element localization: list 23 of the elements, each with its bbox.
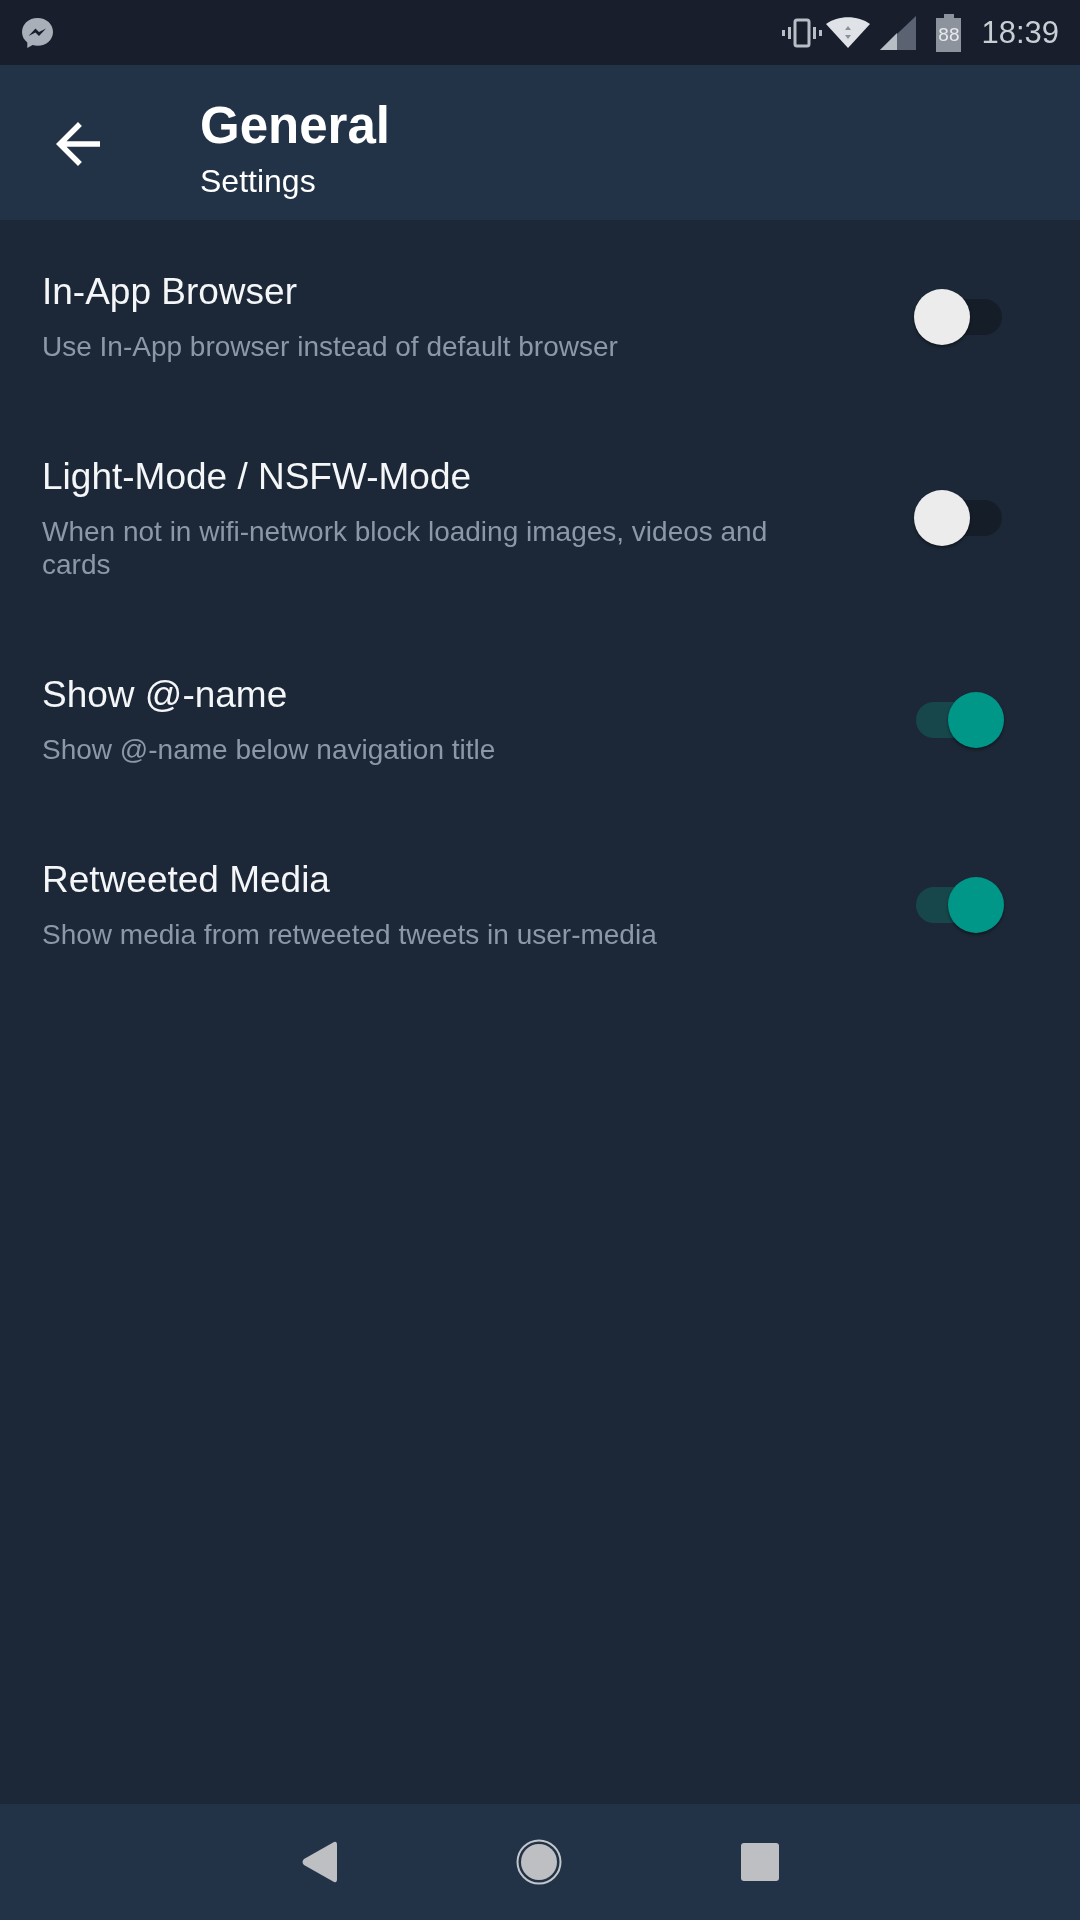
toggle-switch[interactable] bbox=[914, 490, 1004, 546]
toggle-switch[interactable] bbox=[914, 288, 1004, 345]
chat-bubble-icon bbox=[21, 16, 54, 49]
back-arrow-icon bbox=[56, 122, 100, 166]
toggle-switch[interactable] bbox=[914, 876, 1004, 933]
setting-description: Use In-App browser instead of default browser bbox=[42, 330, 619, 363]
setting-title: Retweeted Media bbox=[42, 858, 331, 902]
setting-title: Show @-name bbox=[42, 673, 289, 717]
screen-subtitle: Settings bbox=[200, 162, 317, 200]
setting-title: In-App Browser bbox=[42, 270, 298, 314]
nav-back-icon[interactable] bbox=[301, 1841, 337, 1883]
battery-indicator: 88 bbox=[936, 13, 962, 52]
screen-title: General bbox=[200, 96, 390, 156]
setting-description: Show @-name below navigation title bbox=[42, 733, 497, 766]
setting-description: Show media from retweeted tweets in user-media bbox=[42, 918, 658, 951]
toggle-switch[interactable] bbox=[914, 691, 1004, 748]
vibrate-icon bbox=[782, 17, 823, 48]
setting-description: When not in wifi-network block loading images, videos and cards bbox=[42, 515, 769, 581]
wifi-icon bbox=[826, 17, 871, 48]
status-time: 18:39 bbox=[981, 17, 1059, 48]
cellular-signal-icon bbox=[880, 15, 917, 50]
nav-home-icon[interactable] bbox=[516, 1839, 562, 1885]
setting-title: Light-Mode / NSFW-Mode bbox=[42, 455, 473, 499]
